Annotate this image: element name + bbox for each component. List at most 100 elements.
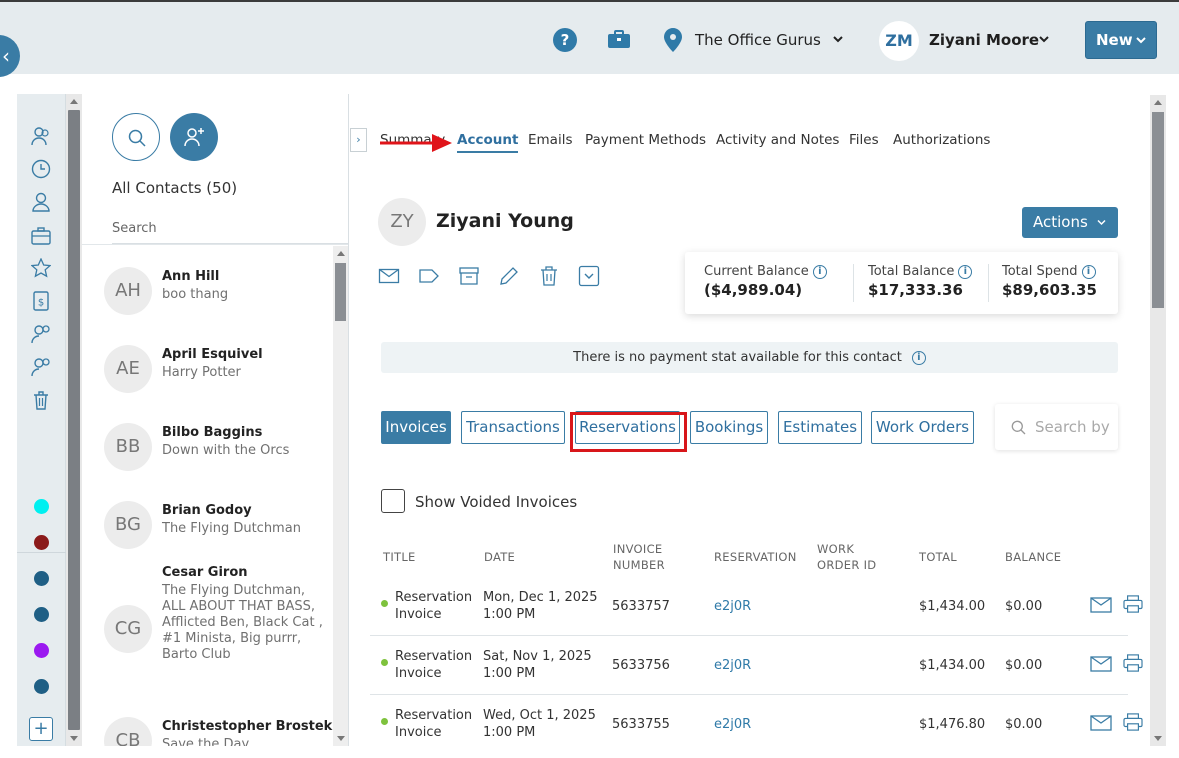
subtab-bookings[interactable]: Bookings: [690, 411, 768, 444]
email-invoice-icon[interactable]: [1090, 596, 1112, 614]
column-work-order-id: WORK ORDER ID: [817, 542, 877, 572]
briefcase-icon[interactable]: [607, 30, 631, 49]
contact-avatar: BB: [104, 423, 152, 471]
location-pin-icon[interactable]: [664, 28, 682, 52]
payment-stat-notice: There is no payment stat available for t…: [381, 342, 1118, 373]
add-tag-button[interactable]: +: [29, 717, 53, 741]
trash-icon[interactable]: [538, 265, 560, 287]
user-settings-icon[interactable]: [31, 357, 51, 377]
clock-icon[interactable]: [31, 159, 51, 179]
main-scrollbar[interactable]: [1150, 95, 1166, 746]
email-icon[interactable]: [378, 265, 400, 287]
subtab-transactions[interactable]: Transactions: [461, 411, 565, 444]
rail-scrollbar[interactable]: [66, 94, 82, 746]
tab-authorizations[interactable]: Authorizations: [893, 132, 990, 148]
star-icon[interactable]: [31, 258, 51, 278]
invoice-number: 5633755: [612, 717, 670, 732]
chevron-down-icon[interactable]: [832, 34, 844, 44]
email-invoice-icon[interactable]: [1090, 655, 1112, 673]
invoice-balance: $0.00: [1005, 658, 1043, 673]
contact-company: Save the Day: [162, 737, 250, 746]
list-item[interactable]: CB Christestopher Brostek Save the Day: [82, 695, 332, 746]
contacts-icon[interactable]: [31, 126, 51, 146]
search-contacts-button[interactable]: [112, 113, 160, 161]
invoice-title: Reservation Invoice: [395, 590, 473, 622]
table-row[interactable]: Reservation Invoice Mon, Dec 1, 2025 1:00…: [370, 577, 1143, 636]
info-icon[interactable]: i: [911, 351, 926, 365]
tag-color-dot[interactable]: [34, 499, 49, 514]
edit-icon[interactable]: [498, 265, 520, 287]
contact-company: The Flying Dutchman: [162, 521, 301, 536]
tag-color-dot[interactable]: [34, 679, 49, 694]
tag-color-dot[interactable]: [34, 535, 49, 550]
total-spend: Total Spend i $89,603.35: [1002, 264, 1097, 299]
list-item[interactable]: BG Brian Godoy The Flying Dutchman: [82, 479, 332, 557]
current-balance-label: Current Balance: [704, 264, 809, 279]
user-settings-icon[interactable]: [31, 324, 51, 344]
actions-button-label: Actions: [1033, 213, 1088, 231]
tag-color-dot[interactable]: [34, 643, 49, 658]
list-item[interactable]: AH Ann Hill boo thang: [82, 245, 332, 323]
contact-name: April Esquivel: [162, 347, 263, 362]
info-icon[interactable]: i: [958, 265, 973, 279]
print-icon[interactable]: [1122, 713, 1144, 731]
contact-avatar: CB: [104, 717, 152, 746]
contacts-scrollbar[interactable]: [333, 246, 348, 746]
contact-name: Brian Godoy: [162, 503, 252, 518]
invoice-icon[interactable]: $: [31, 291, 51, 311]
reservation-link[interactable]: e2j0R: [714, 716, 751, 733]
contacts-title: All Contacts (50): [112, 179, 238, 197]
contact-name: Christestopher Brostek: [162, 719, 333, 734]
notice-text: There is no payment stat available for t…: [573, 350, 902, 365]
contact-avatar: AH: [104, 267, 152, 315]
show-voided-checkbox[interactable]: [381, 489, 405, 513]
list-item[interactable]: BB Bilbo Baggins Down with the Orcs: [82, 401, 332, 479]
list-item[interactable]: AE April Esquivel Harry Potter: [82, 323, 332, 401]
current-balance-value: ($4,989.04): [704, 281, 803, 299]
tab-account[interactable]: Account: [457, 132, 519, 153]
tag-color-dot[interactable]: [34, 607, 49, 622]
subtab-work-orders[interactable]: Work Orders: [871, 411, 974, 444]
user-icon[interactable]: [31, 192, 51, 212]
list-item[interactable]: CG Cesar Giron The Flying Dutchman, ALL AB…: [82, 557, 332, 662]
archive-icon[interactable]: [458, 265, 480, 287]
reservation-link[interactable]: e2j0R: [714, 598, 751, 615]
subtab-invoices[interactable]: Invoices: [381, 411, 451, 444]
invoice-search-input[interactable]: [1035, 417, 1115, 437]
invoice-title: Reservation Invoice: [395, 649, 473, 681]
rail-divider: [17, 552, 66, 553]
contact-company: Harry Potter: [162, 365, 241, 380]
trash-icon[interactable]: [31, 390, 51, 410]
status-dot: [381, 718, 388, 725]
invoice-search[interactable]: [995, 404, 1118, 450]
tab-activity-and-notes[interactable]: Activity and Notes: [716, 132, 839, 148]
print-icon[interactable]: [1122, 654, 1144, 672]
new-button[interactable]: New: [1085, 21, 1157, 59]
tag-color-dot[interactable]: [34, 571, 49, 586]
reservation-link[interactable]: e2j0R: [714, 657, 751, 674]
location-selector[interactable]: The Office Gurus: [695, 31, 821, 49]
subtab-estimates[interactable]: Estimates: [778, 411, 862, 444]
briefcase-icon[interactable]: [31, 226, 51, 246]
table-row[interactable]: Reservation Invoice Wed, Oct 1, 2025 1:00…: [370, 695, 1143, 746]
print-icon[interactable]: [1122, 595, 1144, 613]
email-invoice-icon[interactable]: [1090, 714, 1112, 732]
contact-name: Bilbo Baggins: [162, 425, 263, 440]
info-icon[interactable]: i: [812, 265, 827, 279]
more-dropdown-icon[interactable]: [578, 265, 600, 287]
tab-payment-methods[interactable]: Payment Methods: [585, 132, 706, 148]
user-avatar[interactable]: ZM: [879, 21, 919, 61]
total-balance-label: Total Balance: [868, 264, 955, 279]
chevron-down-icon[interactable]: [1038, 34, 1050, 44]
tab-emails[interactable]: Emails: [528, 132, 573, 148]
help-icon[interactable]: ?: [553, 28, 577, 52]
add-contact-button[interactable]: [170, 113, 218, 161]
info-icon[interactable]: i: [1081, 265, 1096, 279]
tab-files[interactable]: Files: [849, 132, 879, 148]
expand-contacts-toggle[interactable]: ›: [350, 128, 367, 152]
contacts-search-input[interactable]: [112, 214, 348, 244]
table-row[interactable]: Reservation Invoice Sat, Nov 1, 2025 1:00…: [370, 636, 1143, 695]
user-menu[interactable]: Ziyani Moore: [929, 31, 1039, 49]
tag-icon[interactable]: [418, 265, 440, 287]
actions-button[interactable]: Actions: [1022, 207, 1118, 238]
